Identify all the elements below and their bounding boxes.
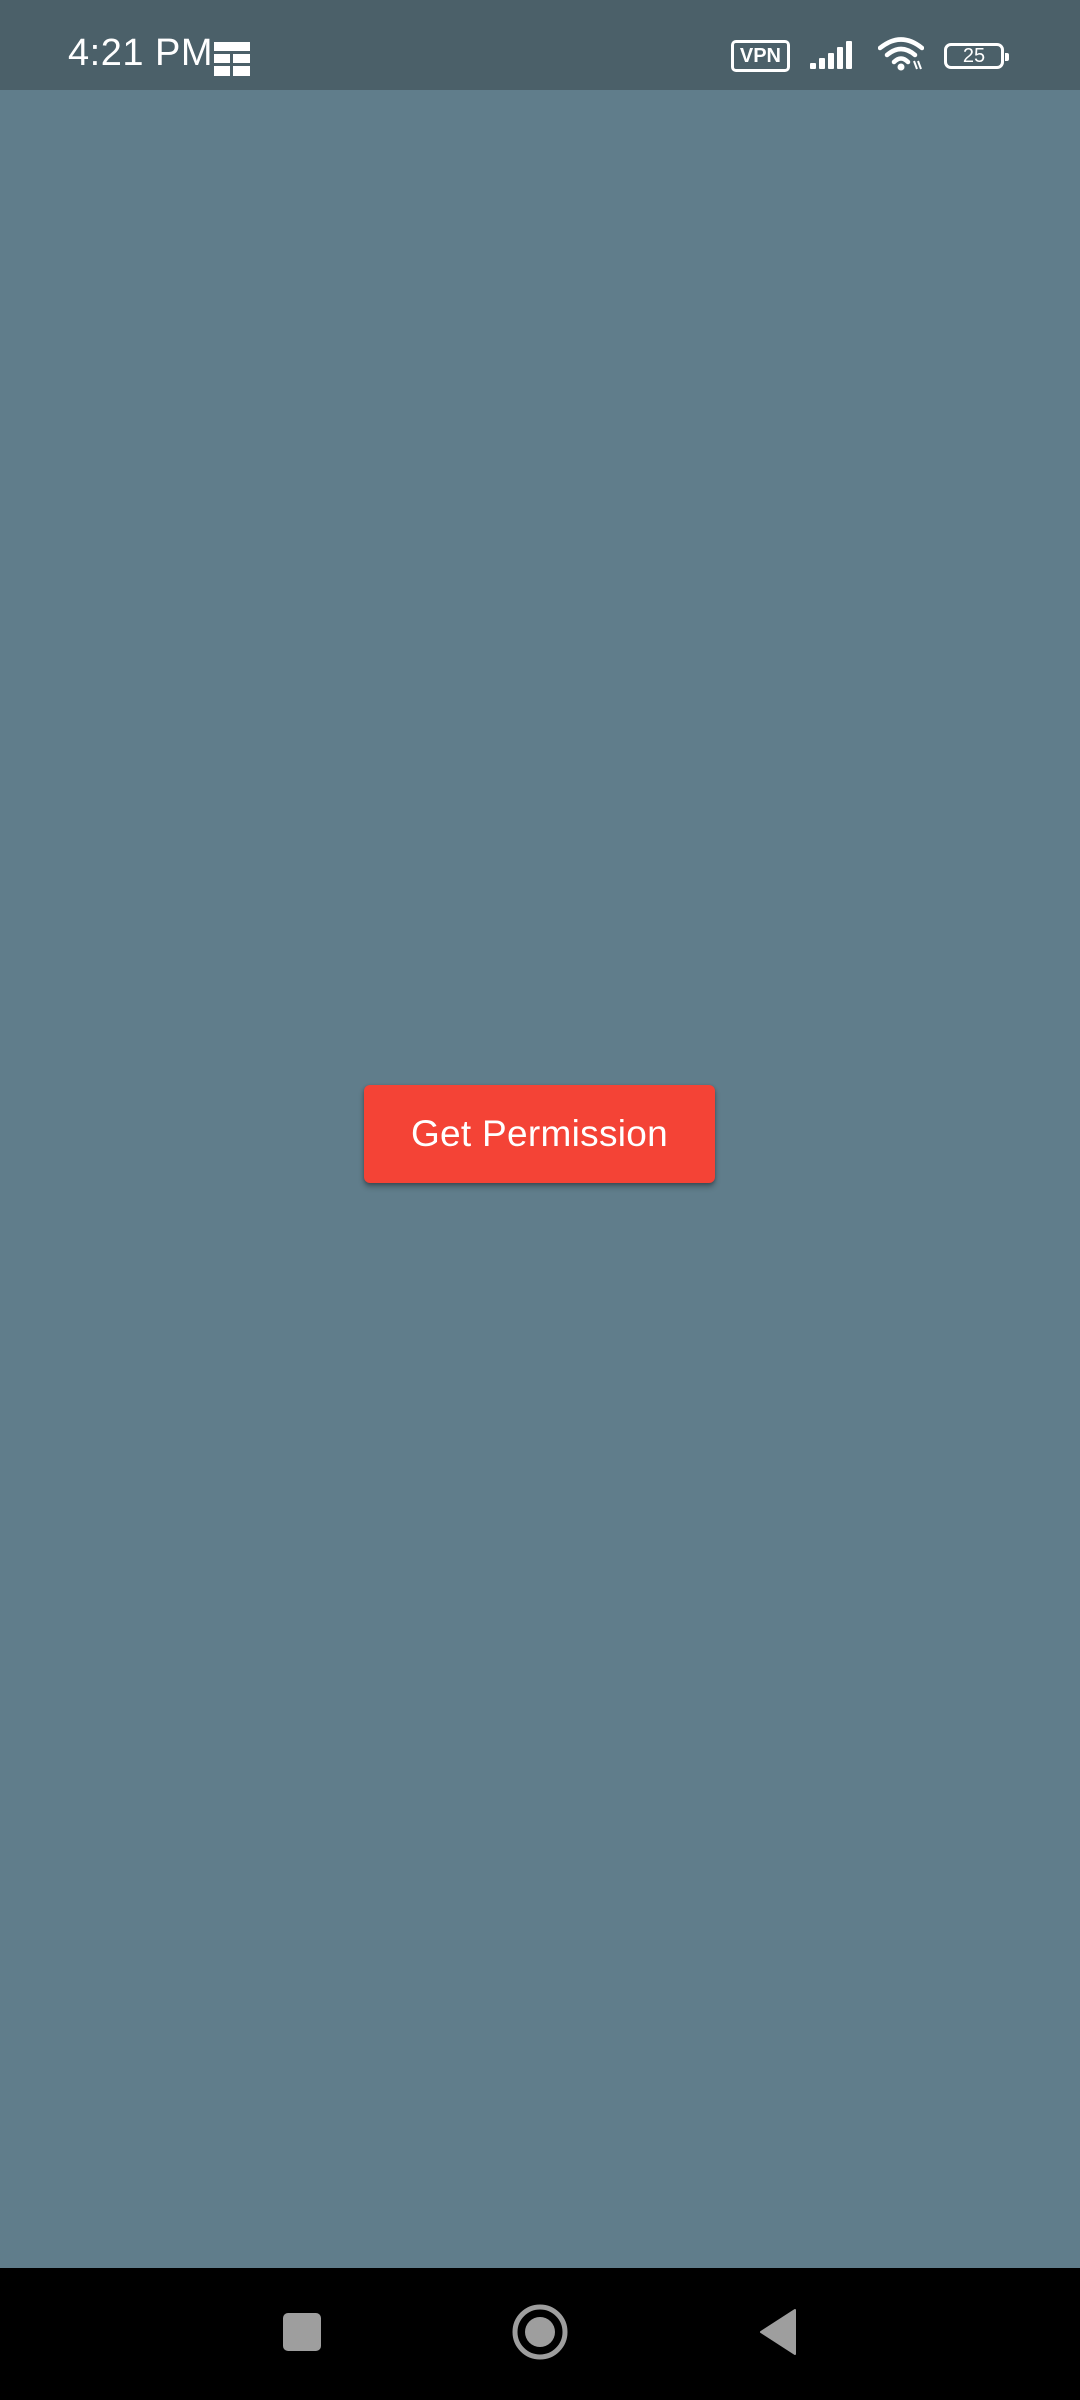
wifi-icon bbox=[877, 36, 925, 76]
status-bar: 4:21 PM VPN 25 bbox=[0, 0, 1080, 90]
status-time: 4:21 PM bbox=[68, 32, 214, 74]
vpn-badge: VPN bbox=[730, 40, 790, 72]
get-permission-button[interactable]: Get Permission bbox=[364, 1085, 715, 1183]
circle-home-icon bbox=[511, 2303, 569, 2366]
triangle-back-icon bbox=[757, 2308, 799, 2361]
cellular-signal-icon bbox=[810, 39, 858, 74]
grid-app-icon bbox=[214, 42, 250, 76]
battery-icon: 25 bbox=[944, 43, 1009, 69]
back-button[interactable] bbox=[698, 2268, 858, 2400]
recents-button[interactable] bbox=[222, 2268, 382, 2400]
home-button[interactable] bbox=[460, 2268, 620, 2400]
navigation-bar bbox=[0, 2268, 1080, 2400]
app-screen: 4:21 PM VPN 25 Get Permission bbox=[0, 0, 1080, 2400]
square-recents-icon bbox=[281, 2311, 323, 2358]
status-icons: VPN 25 bbox=[730, 36, 1009, 76]
battery-level: 25 bbox=[962, 45, 986, 67]
